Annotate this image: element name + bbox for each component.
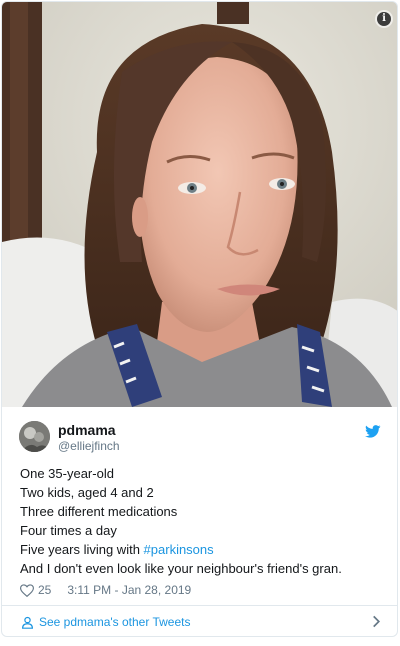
timestamp[interactable]: 3:11 PM - Jan 28, 2019 bbox=[67, 583, 191, 597]
info-icon[interactable]: i bbox=[377, 12, 391, 26]
user-handle[interactable]: @elliejfinch bbox=[58, 439, 120, 453]
tweet-line-text: Five years living with bbox=[20, 542, 144, 557]
tweet-line: Four times a day bbox=[20, 523, 117, 538]
avatar-image bbox=[19, 421, 50, 452]
chevron-right-icon[interactable] bbox=[372, 615, 381, 628]
tweet-header: pdmama @elliejfinch bbox=[2, 407, 397, 457]
heart-icon[interactable] bbox=[20, 583, 34, 597]
hashtag-link[interactable]: #parkinsons bbox=[144, 542, 214, 557]
selfie-photo bbox=[2, 2, 397, 407]
tweet-meta: 25 3:11 PM - Jan 28, 2019 bbox=[20, 583, 191, 597]
embedded-tweet-card: i pdmama @elliejfinch One 35-year-old Tw… bbox=[1, 1, 398, 637]
see-other-tweets-label[interactable]: See pdmama's other Tweets bbox=[39, 615, 190, 629]
tweet-footer[interactable]: See pdmama's other Tweets bbox=[2, 605, 397, 636]
tweet-line: Five years living with #parkinsons bbox=[20, 540, 380, 559]
display-name[interactable]: pdmama bbox=[58, 422, 116, 438]
tweet-photo[interactable]: i bbox=[2, 2, 397, 407]
tweet-text: One 35-year-old Two kids, aged 4 and 2 T… bbox=[20, 464, 380, 578]
tweet-line: And I don't even look like your neighbou… bbox=[20, 561, 342, 576]
like-count[interactable]: 25 bbox=[38, 583, 51, 597]
tweet-line: One 35-year-old bbox=[20, 466, 114, 481]
avatar[interactable] bbox=[19, 421, 50, 452]
person-icon bbox=[22, 616, 33, 629]
tweet-line: Two kids, aged 4 and 2 bbox=[20, 485, 154, 500]
tweet-line: Three different medications bbox=[20, 504, 178, 519]
see-other-tweets-link[interactable]: See pdmama's other Tweets bbox=[21, 615, 190, 629]
twitter-bird-icon[interactable] bbox=[365, 425, 381, 438]
